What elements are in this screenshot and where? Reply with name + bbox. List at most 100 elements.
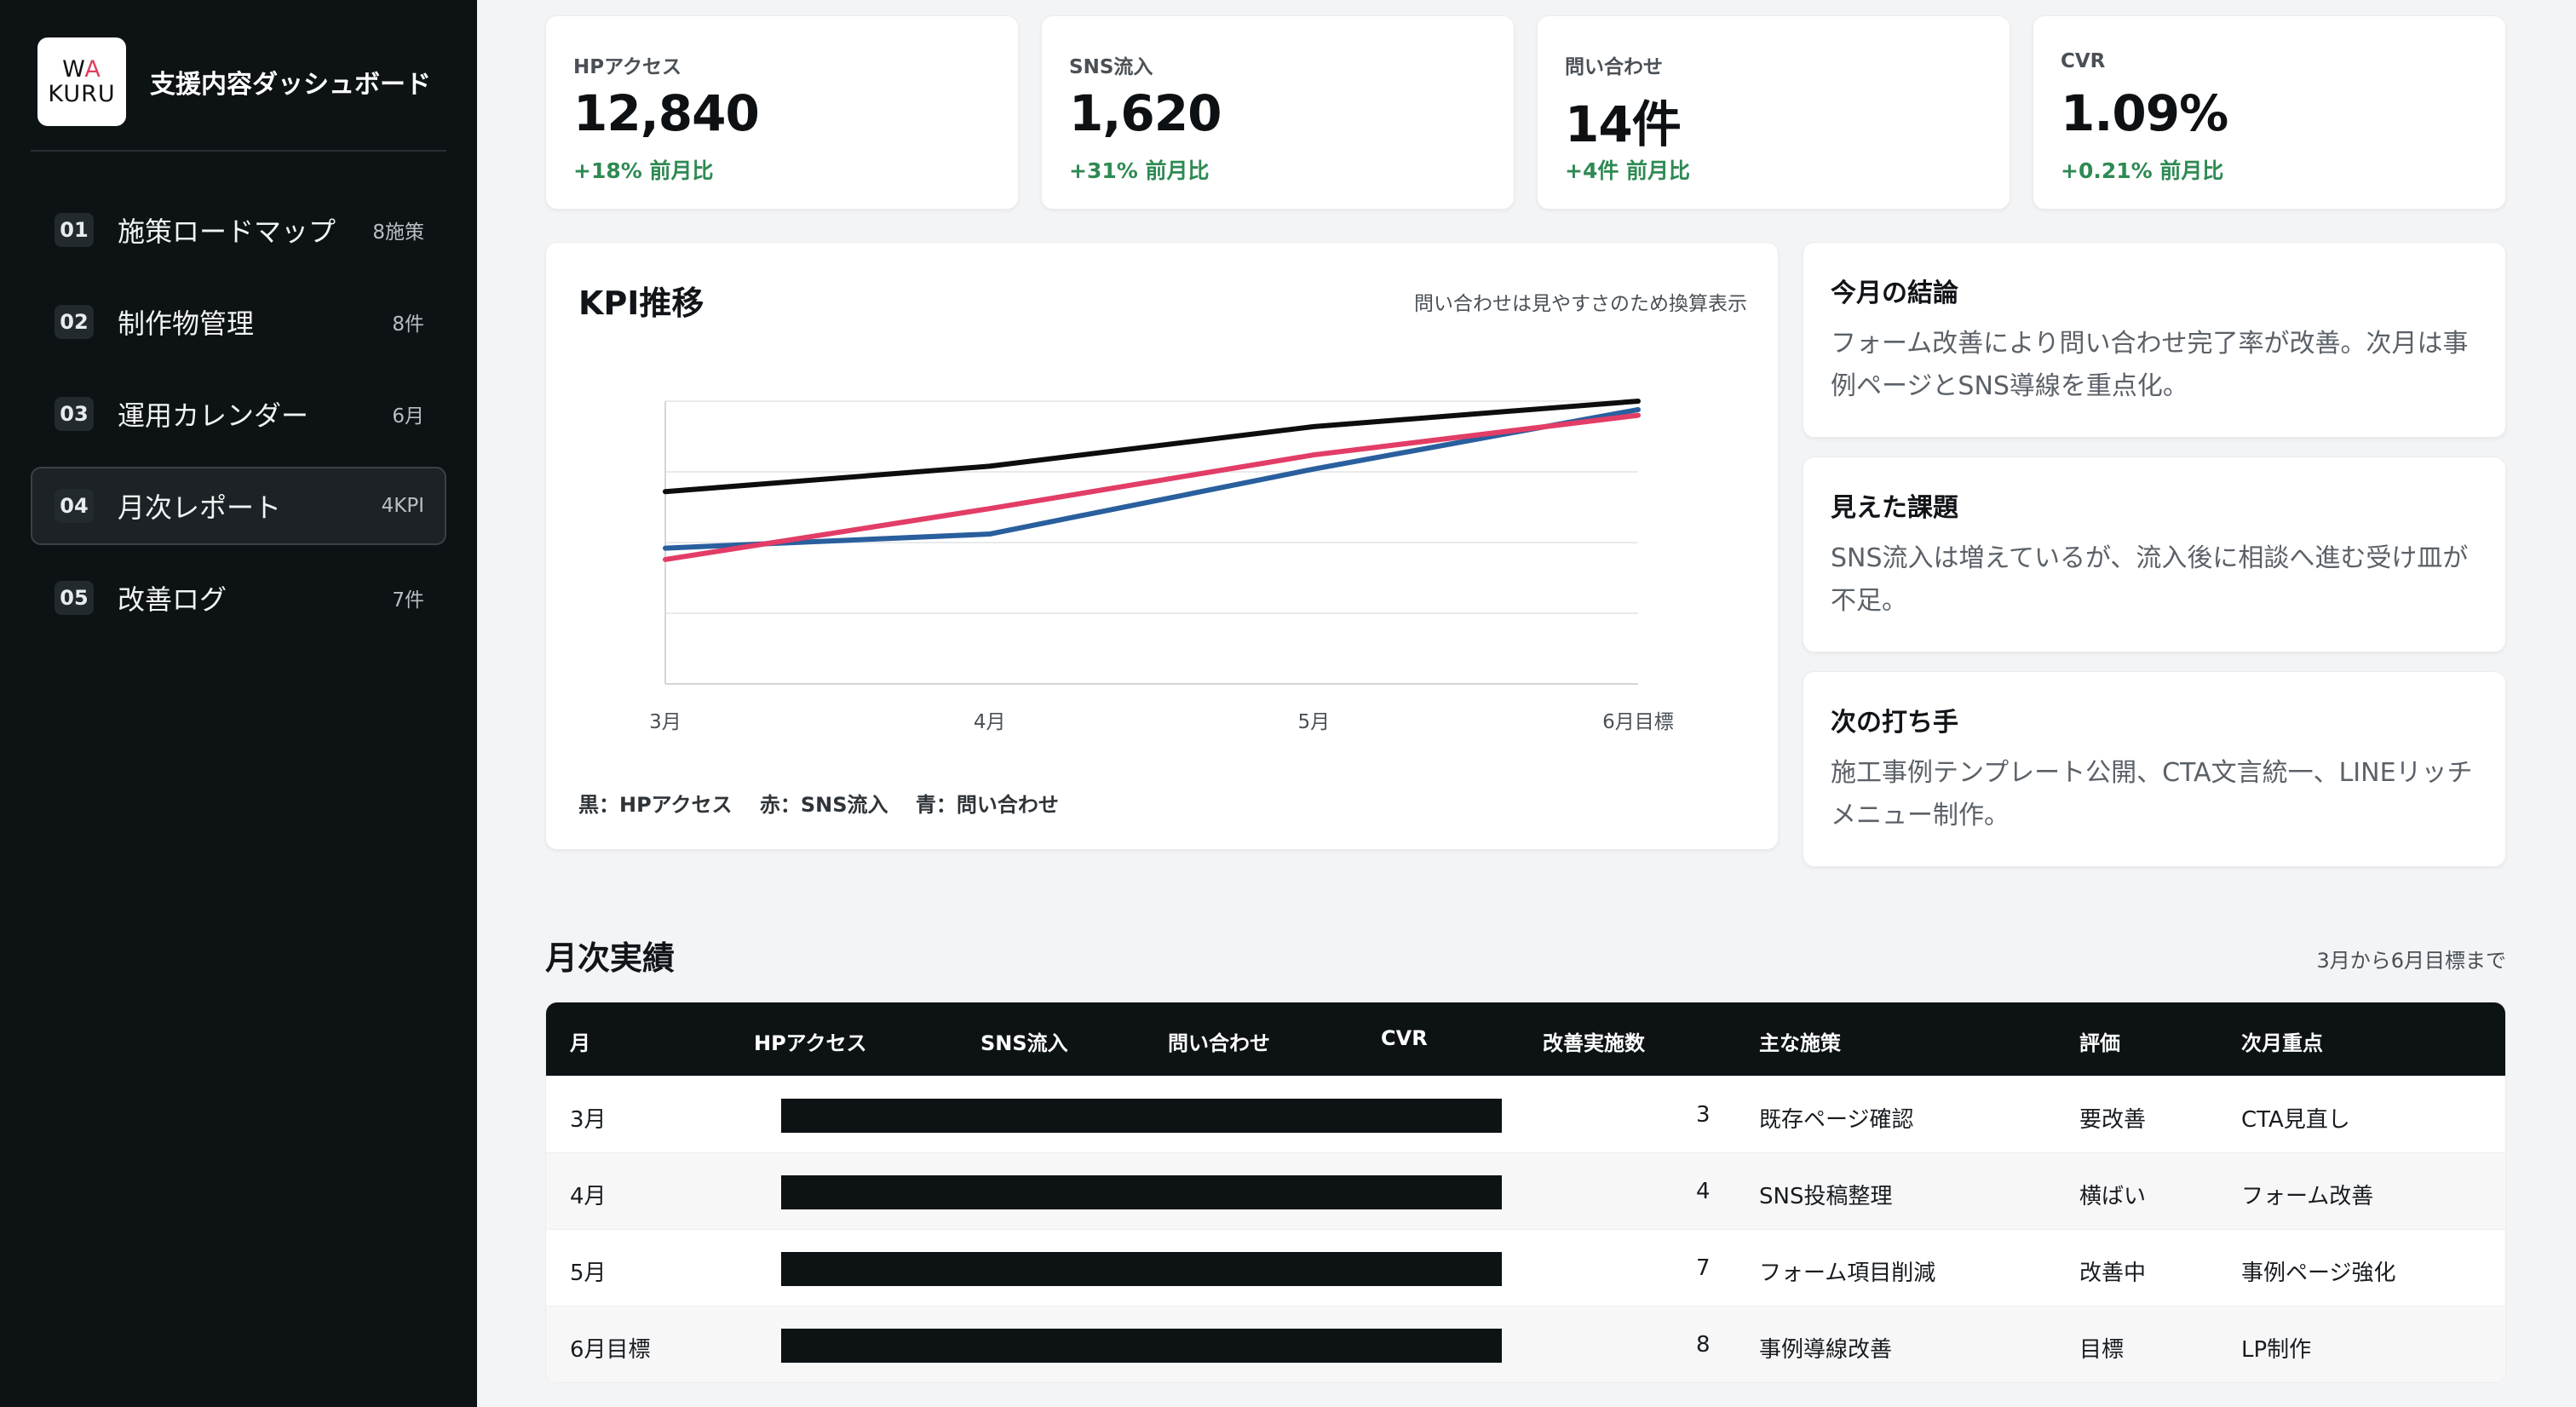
kpi-card-cvr: CVR 1.09% +0.21% 前月比 [2033,15,2506,210]
sidebar-item-deliverables[interactable]: 02 制作物管理 8件 [31,283,446,361]
kpi-value: 1,620 [1069,84,1222,142]
insight-card-issues: 見えた課題 SNS流入は増えているが、流入後に相談へ進む受け皿が不足。 [1803,457,2506,652]
kpi-chart-card: KPI推移 問い合わせは見やすさのため換算表示 3月 4月 5月 6月目標 黒：HPア… [545,242,1779,850]
x-tick-label: 6月目標 [1602,711,1674,733]
nav-number: 05 [55,581,94,615]
cell-count: 3 [1696,1102,1711,1128]
cell-count: 7 [1696,1255,1711,1281]
kpi-label: SNS流入 [1069,56,1153,78]
cell-rating: 改善中 [2079,1261,2147,1286]
sidebar: WA KURU 支援内容ダッシュボード 01 施策ロードマップ 8施策 02 制… [0,0,477,1407]
nav-number: 02 [55,305,94,339]
kpi-value: 1.09% [2061,84,2228,142]
brand[interactable]: WA KURU 支援内容ダッシュボード [37,37,431,126]
cell-measure: SNS投稿整理 [1759,1184,1893,1209]
cell-measure: フォーム項目削減 [1759,1261,1936,1286]
cell-month: 6月目標 [570,1337,651,1363]
monthly-section-title: 月次実績 [545,939,676,977]
kpi-label: CVR [2061,50,2106,72]
kpi-delta: +31% 前月比 [1069,158,1210,183]
th-sns-inflow: SNS流入 [980,1031,1068,1055]
th-month: 月 [570,1031,590,1055]
nav-meta: 8件 [392,313,424,336]
kpi-card-hp-access: HPアクセス 12,840 +18% 前月比 [545,15,1019,210]
insight-title: 見えた課題 [1831,493,1958,523]
insight-card-next-actions: 次の打ち手 施工事例テンプレート公開、CTA文言統一、LINEリッチメニュー制作… [1803,671,2506,867]
nav-label: 運用カレンダー [118,399,309,432]
kpi-value: 14件 [1565,95,1682,153]
nav-label: 施策ロードマップ [118,215,336,248]
cell-next-focus: 事例ページ強化 [2241,1261,2396,1286]
th-improvement-count: 改善実施数 [1543,1031,1645,1055]
cell-next-focus: LP制作 [2241,1337,2312,1363]
nav-number: 03 [55,397,94,431]
nav-meta: 8施策 [372,221,424,244]
cell-measure: 既存ページ確認 [1759,1107,1914,1133]
th-hp-access: HPアクセス [754,1031,867,1055]
th-next-focus: 次月重点 [2241,1031,2323,1055]
sidebar-item-monthly-report[interactable]: 04 月次レポート 4KPI [31,467,446,545]
x-tick-label: 3月 [649,711,681,733]
monthly-table: 月 HPアクセス SNS流入 問い合わせ CVR 改善実施数 主な施策 評価 次… [545,1002,2506,1383]
cell-count: 8 [1696,1332,1711,1358]
insight-title: 今月の結論 [1831,279,1958,308]
kpi-delta: +18% 前月比 [573,158,714,183]
kpi-label: HPアクセス [573,56,681,78]
insight-card-conclusion: 今月の結論 フォーム改善により問い合わせ完了率が改善。次月は事例ページとSNS導… [1803,242,2506,438]
monthly-section-note: 3月から6月目標まで [2316,949,2506,973]
th-cvr: CVR [1381,1026,1428,1050]
redacted-block [781,1175,1502,1209]
table-row: 3月 3 既存ページ確認 要改善 CTA見直し [546,1076,2505,1152]
cell-next-focus: CTA見直し [2241,1107,2350,1133]
kpi-delta: +0.21% 前月比 [2061,158,2224,183]
chart-legend: 黒：HPアクセス 赤：SNS流入 青：問い合わせ [578,793,1059,817]
redacted-block [781,1252,1502,1286]
th-rating: 評価 [2079,1031,2120,1055]
nav-meta: 6月 [392,405,424,428]
cell-measure: 事例導線改善 [1759,1337,1893,1363]
kpi-delta: +4件 前月比 [1565,158,1691,183]
insight-body: 施工事例テンプレート公開、CTA文言統一、LINEリッチメニュー制作。 [1831,758,2473,830]
insight-body: フォーム改善により問い合わせ完了率が改善。次月は事例ページとSNS導線を重点化。 [1831,329,2469,401]
nav-label: 改善ログ [118,583,227,616]
kpi-card-sns-inflow: SNS流入 1,620 +31% 前月比 [1041,15,1515,210]
cell-rating: 目標 [2079,1337,2125,1363]
sidebar-divider [31,150,446,152]
sidebar-item-roadmap[interactable]: 01 施策ロードマップ 8施策 [31,191,446,269]
series-line-0 [663,399,1641,495]
redacted-block [781,1329,1502,1363]
insight-body: SNS流入は増えているが、流入後に相談へ進む受け皿が不足。 [1831,543,2469,616]
th-inquiries: 問い合わせ [1168,1031,1270,1055]
th-main-measures: 主な施策 [1759,1031,1841,1055]
insight-title: 次の打ち手 [1831,708,1958,738]
sidebar-nav: 01 施策ロードマップ 8施策 02 制作物管理 8件 03 運用カレンダー 6… [31,191,446,651]
sidebar-item-calendar[interactable]: 03 運用カレンダー 6月 [31,375,446,453]
nav-label: 制作物管理 [118,307,255,340]
table-row: 6月目標 8 事例導線改善 目標 LP制作 [546,1306,2505,1382]
kpi-label: 問い合わせ [1565,56,1663,78]
cell-month: 3月 [570,1107,607,1133]
table-row: 5月 7 フォーム項目削減 改善中 事例ページ強化 [546,1229,2505,1306]
dashboard-title: 支援内容ダッシュボード [150,70,431,100]
x-tick-label: 5月 [1298,711,1331,733]
table-header: 月 HPアクセス SNS流入 問い合わせ CVR 改善実施数 主な施策 評価 次… [546,1002,2505,1076]
redacted-block [781,1099,1502,1133]
nav-number: 04 [55,489,94,523]
nav-number: 01 [55,213,94,247]
cell-next-focus: フォーム改善 [2241,1184,2374,1209]
kpi-card-inquiries: 問い合わせ 14件 +4件 前月比 [1537,15,2010,210]
kpi-value: 12,840 [573,84,760,142]
kpi-line-chart: 3月 4月 5月 6月目標 [649,399,1674,733]
wakuru-logo: WA KURU [37,37,126,126]
x-tick-label: 4月 [974,711,1006,733]
table-row: 4月 4 SNS投稿整理 横ばい フォーム改善 [546,1152,2505,1229]
cell-month: 4月 [570,1184,607,1209]
cell-month: 5月 [570,1261,607,1286]
cell-rating: 要改善 [2079,1107,2147,1133]
nav-label: 月次レポート [118,491,282,524]
cell-rating: 横ばい [2079,1184,2147,1209]
sidebar-item-improvement-log[interactable]: 05 改善ログ 7件 [31,559,446,637]
cell-count: 4 [1696,1179,1711,1204]
nav-meta: 7件 [392,589,424,612]
nav-meta: 4KPI [381,495,424,517]
